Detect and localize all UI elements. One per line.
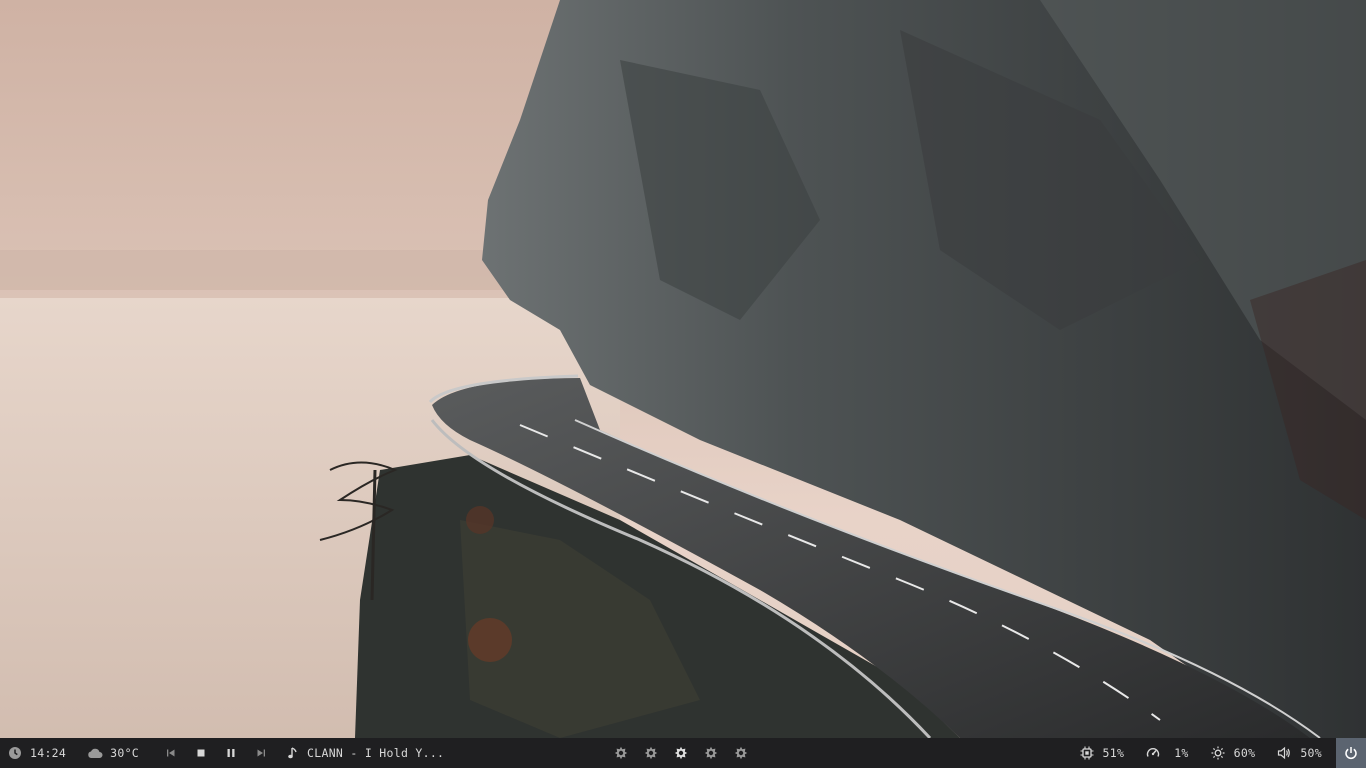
workspace-icon [704,746,718,760]
workspace-4-button[interactable] [704,746,718,760]
skip-back-icon[interactable] [164,746,178,760]
power-button[interactable] [1336,738,1366,768]
brightness-level: 60% [1233,746,1256,760]
stop-icon[interactable] [194,746,208,760]
now-playing[interactable]: CLANN - I Hold Y... [286,738,444,768]
track-title: CLANN - I Hold Y... [307,746,445,760]
workspace-3-button[interactable] [674,746,688,760]
weather-module[interactable]: 30°C [87,738,139,768]
clock-time: 14:24 [30,746,67,760]
skip-forward-icon[interactable] [254,746,268,760]
cpu-icon [1080,746,1094,760]
gauge-icon [1146,746,1160,760]
left-modules: 14:24 30°C CLANN - I Hold Y... [8,738,444,768]
volume-level: 50% [1300,746,1322,760]
clock-module[interactable]: 14:24 [8,738,66,768]
workspace-icon [734,746,748,760]
volume-module[interactable]: 50% [1277,738,1322,768]
cloud-icon [87,746,103,760]
workspace-1-button[interactable] [614,746,628,760]
cpu-module[interactable]: 51% [1080,738,1125,768]
sun-icon [1211,746,1225,760]
workspace-icon [614,746,628,760]
workspace-2-button[interactable] [644,746,658,760]
right-modules: 51% 1% 60% 50% [1080,738,1366,768]
pause-icon[interactable] [224,746,238,760]
workspace-5-button[interactable] [734,746,748,760]
workspace-icon [674,746,688,760]
cpu-usage: 51% [1102,746,1125,760]
brightness-module[interactable]: 60% [1211,738,1256,768]
clock-icon [8,746,22,760]
music-note-icon [286,746,300,760]
speaker-icon [1277,746,1291,760]
memory-usage: 1% [1174,746,1189,760]
workspace-switcher [614,738,748,768]
wallpaper-image [0,0,1366,738]
weather-temperature: 30°C [110,746,140,760]
workspace-icon [644,746,658,760]
desktop-wallpaper [0,0,1366,738]
memory-module[interactable]: 1% [1146,738,1188,768]
media-controls [164,738,268,768]
power-icon [1344,746,1358,760]
status-bar: 14:24 30°C CLANN - I Hold Y... 51% 1% 60… [0,738,1366,768]
